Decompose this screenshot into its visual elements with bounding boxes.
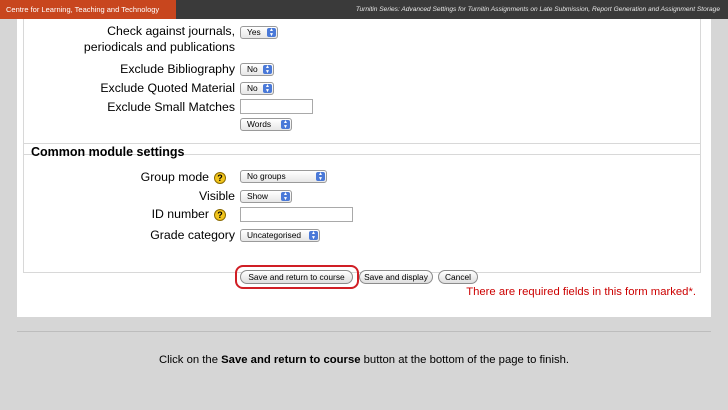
caption-bold: Save and return to course	[221, 354, 361, 366]
select-arrows-icon: ▲ ▼	[263, 65, 272, 74]
select-arrows-icon: ▲ ▼	[281, 192, 290, 201]
grade-category-value: Uncategorised	[247, 230, 302, 240]
check-journals-label-line2: periodicals and publications	[83, 40, 235, 54]
exclude-small-label: Exclude Small Matches	[107, 100, 235, 114]
instruction-caption: Click on the Save and return to course b…	[0, 354, 728, 366]
required-fields-note: There are required fields in this form m…	[466, 286, 696, 298]
common-module-legend: Common module settings	[31, 145, 185, 159]
cancel-button[interactable]: Cancel	[438, 270, 478, 284]
caption-divider	[17, 331, 711, 332]
group-mode-value: No groups	[247, 171, 286, 181]
save-and-display-button[interactable]: Save and display	[359, 270, 433, 284]
select-arrows-icon: ▲ ▼	[316, 172, 325, 181]
id-number-input[interactable]	[240, 207, 353, 222]
select-arrows-icon: ▲ ▼	[281, 120, 290, 129]
exclude-bibliography-value: No	[247, 64, 258, 74]
select-arrows-icon: ▲ ▼	[267, 28, 276, 37]
caption-after: button at the bottom of the page to fini…	[360, 354, 570, 366]
check-journals-label-line1: Check against journals,	[107, 24, 235, 38]
exclude-bibliography-label: Exclude Bibliography	[120, 62, 235, 76]
help-icon[interactable]: ?	[214, 209, 226, 221]
grade-category-select[interactable]: Uncategorised ▲ ▼	[240, 229, 320, 242]
required-asterisk: *.	[688, 286, 696, 298]
visible-label: Visible	[198, 189, 235, 203]
check-journals-value: Yes	[247, 27, 261, 37]
group-mode-label: Group mode	[140, 170, 209, 184]
select-arrows-icon: ▲ ▼	[309, 231, 318, 240]
visible-select[interactable]: Show ▲ ▼	[240, 190, 292, 203]
exclude-bibliography-select[interactable]: No ▲ ▼	[240, 63, 274, 76]
header-series-title: Turnitin Series: Advanced Settings for T…	[355, 6, 720, 13]
grade-category-label: Grade category	[150, 228, 235, 242]
exclude-quoted-select[interactable]: No ▲ ▼	[240, 82, 274, 95]
exclude-small-input[interactable]	[240, 99, 313, 114]
select-arrows-icon: ▲ ▼	[263, 84, 272, 93]
help-icon[interactable]: ?	[214, 172, 226, 184]
common-module-fieldset	[23, 143, 701, 273]
exclude-quoted-label: Exclude Quoted Material	[100, 81, 235, 95]
check-journals-select[interactable]: Yes ▲ ▼	[240, 26, 278, 39]
exclude-small-unit-value: Words	[247, 119, 272, 129]
visible-value: Show	[247, 191, 268, 201]
required-fields-text: There are required fields in this form m…	[466, 286, 689, 298]
caption-before: Click on the	[158, 354, 222, 366]
header-org-name: Centre for Learning, Teaching and Techno…	[0, 0, 176, 19]
group-mode-select[interactable]: No groups ▲ ▼	[240, 170, 327, 183]
exclude-small-unit-select[interactable]: Words ▲ ▼	[240, 118, 292, 131]
save-and-return-button[interactable]: Save and return to course	[240, 270, 353, 284]
exclude-quoted-value: No	[247, 83, 258, 93]
id-number-label: ID number	[151, 207, 209, 221]
moodle-form-screenshot: Check against journals, periodicals and …	[17, 19, 711, 317]
slide-header-bar: Centre for Learning, Teaching and Techno…	[0, 0, 728, 19]
